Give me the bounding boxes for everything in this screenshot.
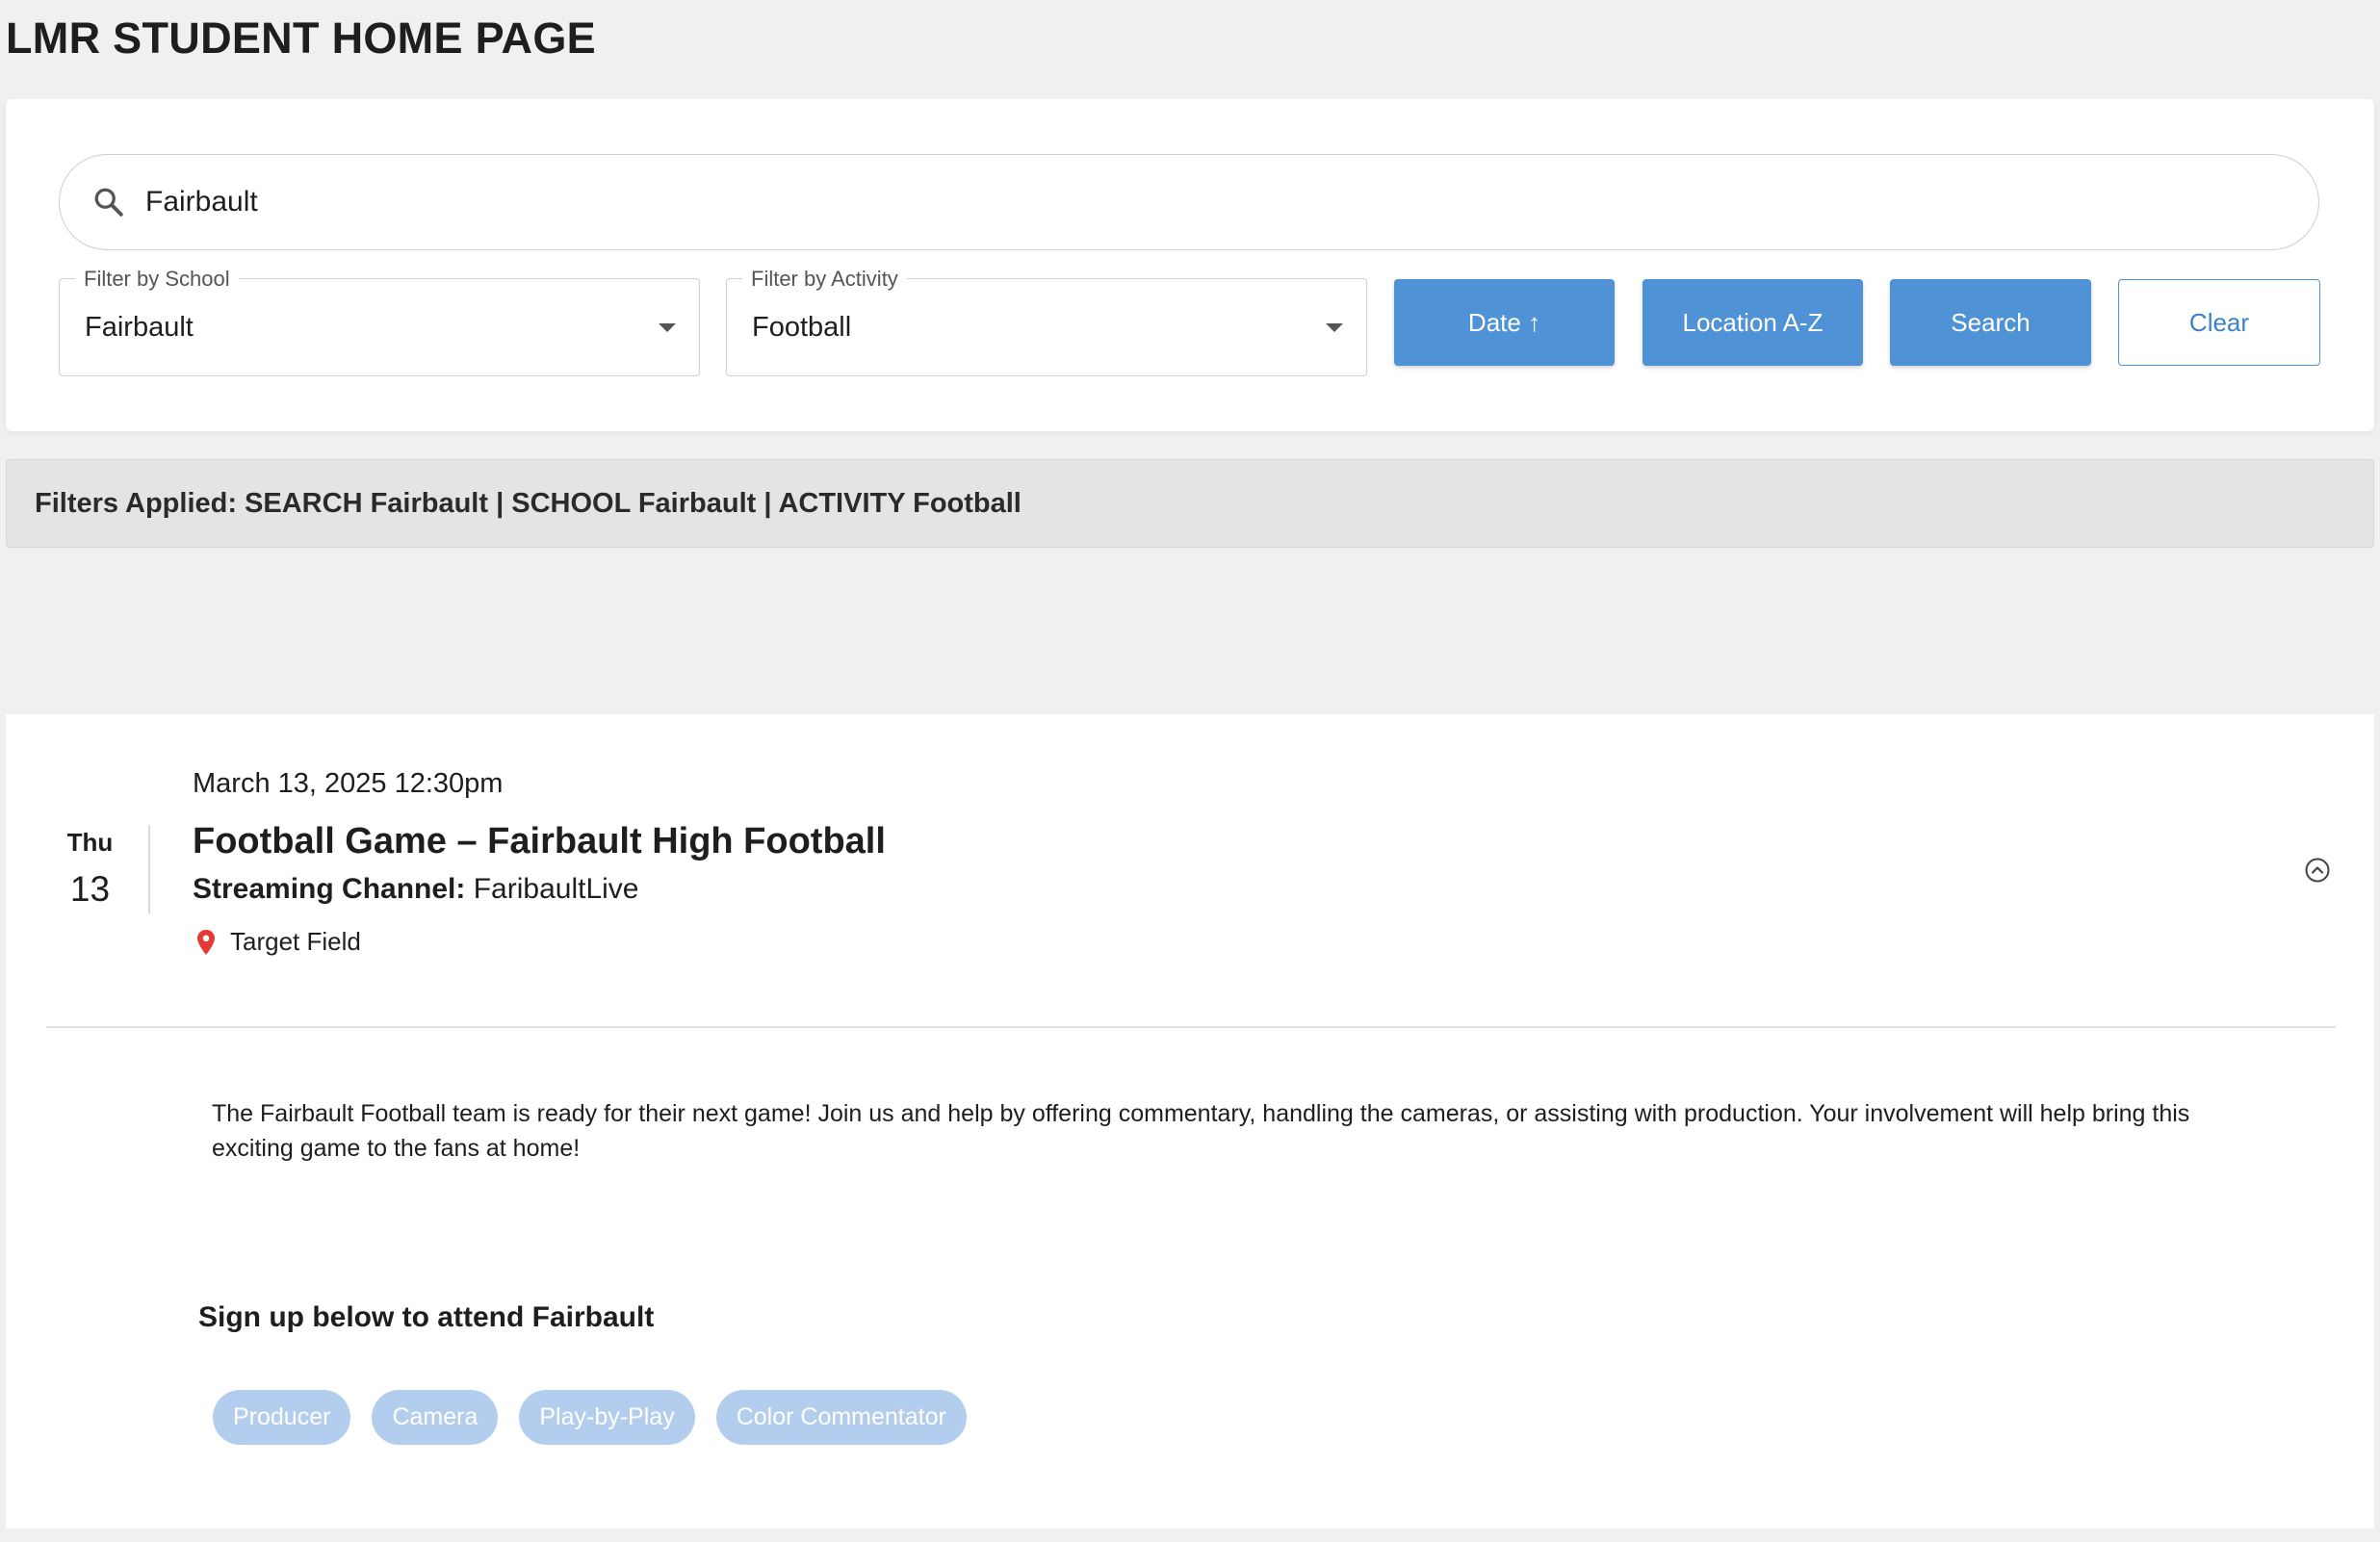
event-day: Thu 13 [35, 828, 145, 910]
role-chip-camera[interactable]: Camera [372, 1390, 499, 1445]
sort-location-button[interactable]: Location A-Z [1643, 279, 1863, 366]
event-location-text: Target Field [230, 927, 361, 956]
page-title: LMR STUDENT HOME PAGE [6, 13, 596, 63]
streaming-channel-label: Streaming Channel: [193, 873, 466, 905]
school-filter-value: Fairbault [85, 312, 194, 343]
activity-filter-value: Football [752, 312, 852, 343]
school-filter-select[interactable]: Filter by School Fairbault [59, 267, 700, 376]
role-chip-producer[interactable]: Producer [213, 1390, 351, 1445]
school-filter-label: Filter by School [75, 267, 239, 292]
role-chip-color-commentator[interactable]: Color Commentator [715, 1390, 967, 1445]
card-divider [46, 1026, 2336, 1028]
search-icon [90, 183, 128, 221]
search-bar[interactable] [59, 154, 2319, 250]
day-divider [148, 825, 150, 913]
streaming-channel-value: FaribaultLive [473, 873, 639, 905]
chevron-down-icon [1326, 323, 1343, 332]
search-button[interactable]: Search [1890, 279, 2091, 366]
event-title: Football Game – Fairbault High Football [193, 821, 886, 861]
map-pin-icon [196, 929, 216, 956]
clear-button[interactable]: Clear [2118, 279, 2320, 366]
role-chip-play-by-play[interactable]: Play-by-Play [519, 1390, 695, 1445]
event-location: Target Field [196, 927, 361, 957]
activity-filter-label: Filter by Activity [742, 267, 907, 292]
event-streaming-channel: Streaming Channel: FaribaultLive [193, 873, 638, 906]
chevron-up-circle-icon[interactable] [2303, 856, 2332, 885]
signup-heading: Sign up below to attend Fairbault [198, 1301, 655, 1333]
event-card: Thu 13 March 13, 2025 12:30pm Football G… [6, 714, 2374, 1529]
search-input[interactable] [145, 186, 2264, 218]
sort-date-button[interactable]: Date ↑ [1394, 279, 1615, 366]
chevron-down-icon [659, 323, 676, 332]
event-day-name: Thu [66, 828, 114, 857]
event-day-number: 13 [69, 869, 111, 909]
role-chip-list: Producer Camera Play-by-Play Color Comme… [213, 1390, 967, 1445]
event-datetime: March 13, 2025 12:30pm [193, 768, 504, 799]
filters-applied-banner: Filters Applied: SEARCH Fairbault | SCHO… [6, 459, 2374, 548]
activity-filter-select[interactable]: Filter by Activity Football [726, 267, 1367, 376]
event-description: The Fairbault Football team is ready for… [212, 1100, 2190, 1162]
filter-panel: Filter by School Fairbault Filter by Act… [6, 99, 2374, 431]
